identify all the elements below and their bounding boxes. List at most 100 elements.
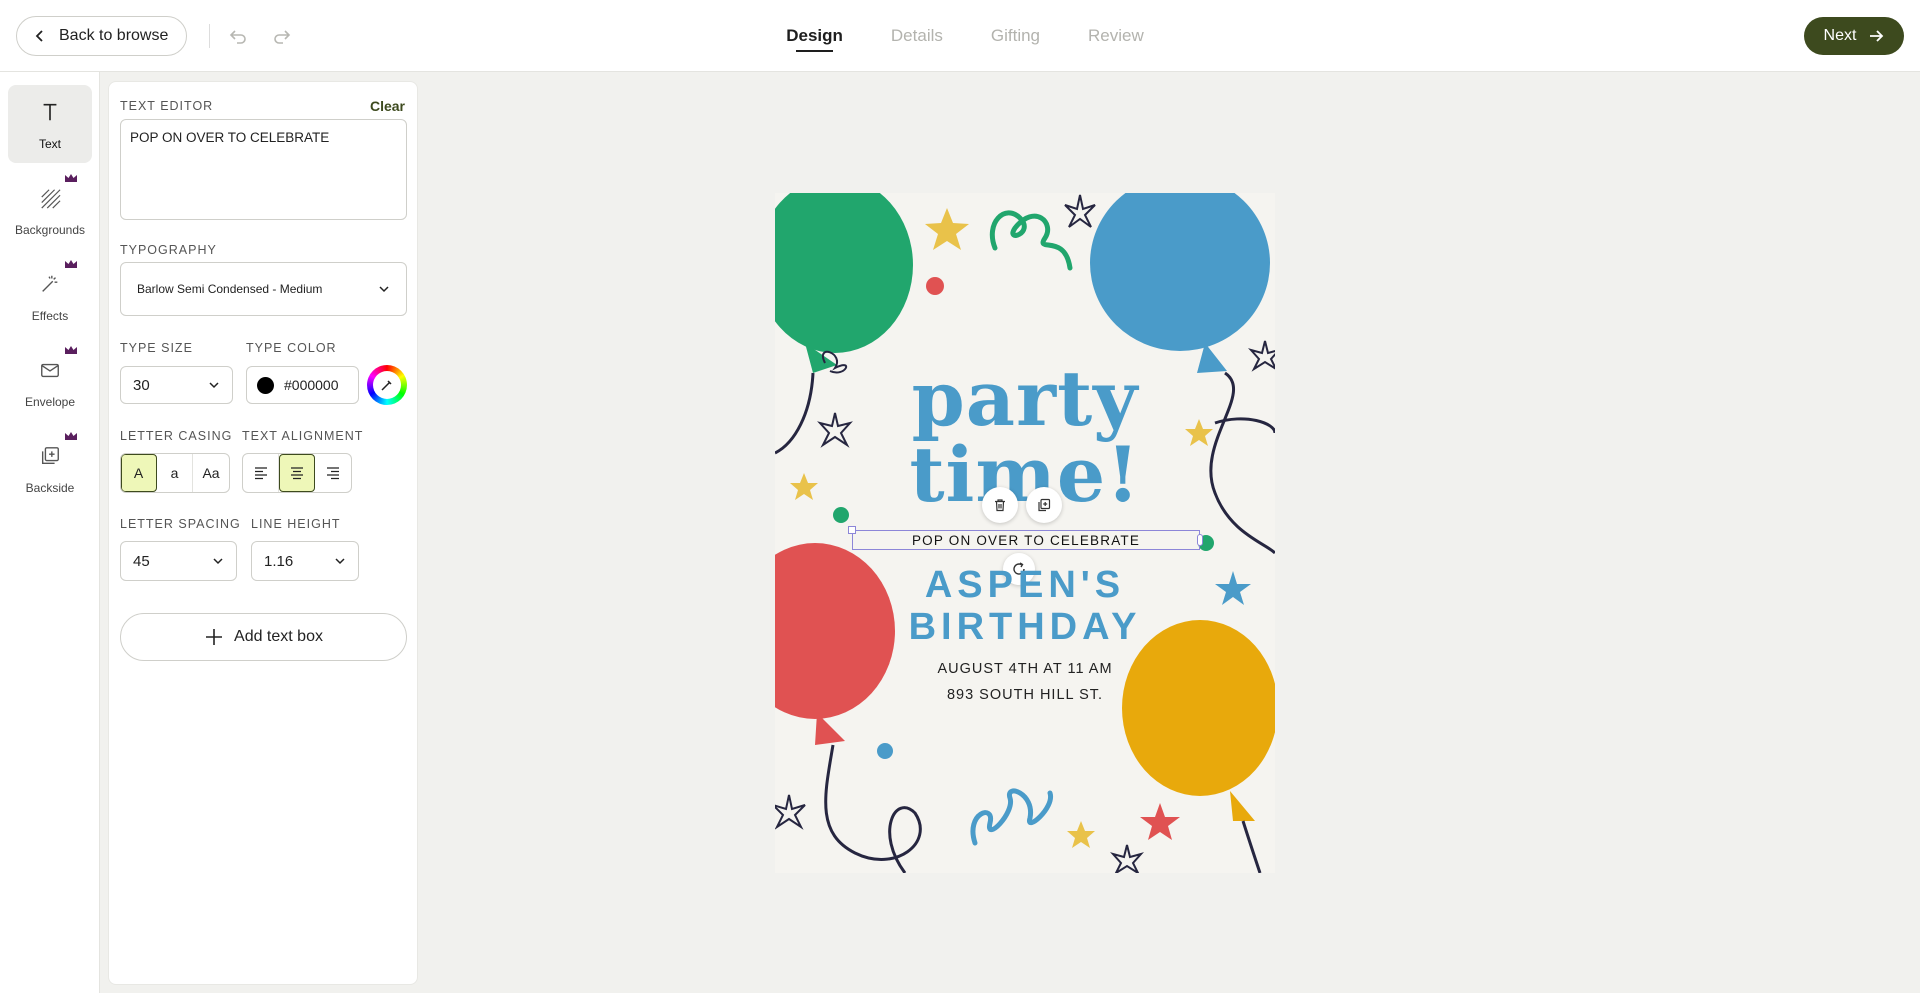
tab-design[interactable]: Design [786,0,843,72]
undo-icon[interactable] [228,26,248,46]
type-color-field[interactable]: #000000 [246,366,359,404]
back-button-label: Back to browse [59,27,169,44]
backside-icon [37,443,63,469]
headline-line-2[interactable]: time! [775,437,1275,513]
clear-button[interactable]: Clear [370,98,405,114]
rail-item-effects[interactable]: Effects [8,257,92,335]
type-size-select[interactable]: 30 [120,366,233,404]
back-to-browse-button[interactable]: Back to browse [16,16,188,56]
rail-item-text[interactable]: Text [8,85,92,163]
star-shape [1067,821,1095,848]
letter-casing-label: LETTER CASING [120,429,233,443]
letter-spacing-value: 45 [133,552,150,570]
duplicate-icon [1038,498,1051,512]
next-button-label: Next [1823,27,1857,44]
resize-handle[interactable] [1197,534,1203,546]
align-right-button[interactable] [315,454,351,492]
casing-titlecase-button[interactable]: Aa [193,454,229,492]
chevron-down-icon [209,382,219,389]
letter-spacing-label: LETTER SPACING [120,517,241,531]
eyedropper-icon [381,380,392,391]
text-editor-input[interactable]: POP ON OVER TO CELEBRATE [120,119,407,220]
chevron-left-icon [35,30,43,42]
top-bar: Back to browse Design Details Gifting Re… [0,0,1920,72]
casing-lowercase-button[interactable]: a [157,454,193,492]
color-picker-button[interactable] [367,365,407,405]
name-line-2[interactable]: BIRTHDAY [775,606,1275,649]
typography-label: TYPOGRAPHY [120,243,217,257]
letter-spacing-select[interactable]: 45 [120,541,237,581]
text-icon [37,99,63,125]
letter-casing-group: A a Aa [120,453,230,493]
chevron-down-icon [335,558,345,565]
rail-item-envelope[interactable]: Envelope [8,343,92,421]
effects-wand-icon [37,271,63,297]
add-text-box-button[interactable]: Add text box [120,613,407,661]
confetti-dot [877,743,893,759]
rail-item-backside[interactable]: Backside [8,429,92,507]
add-text-box-label: Add text box [234,628,323,645]
type-size-value: 30 [133,376,150,394]
crown-icon [65,346,77,354]
type-color-value: #000000 [284,377,339,393]
star-shape [925,208,969,250]
align-left-icon [254,467,267,480]
rail-item-label: Backgrounds [14,223,86,237]
tab-review[interactable]: Review [1088,0,1144,72]
tab-details[interactable]: Details [891,0,943,72]
crown-icon [65,432,77,440]
event-address-text[interactable]: 893 SOUTH HILL ST. [775,687,1275,703]
resize-handle[interactable] [848,526,856,534]
align-left-button[interactable] [243,454,279,492]
backgrounds-icon [37,185,63,211]
line-height-value: 1.16 [264,552,294,570]
casing-uppercase-button[interactable]: A [121,454,157,492]
green-squiggle [989,210,1073,271]
rail-item-label: Effects [31,309,69,323]
rail-item-label: Envelope [24,395,76,409]
blue-squiggle [970,788,1053,846]
confetti-dot [926,277,944,295]
type-color-label: TYPE COLOR [246,341,337,355]
font-select[interactable]: Barlow Semi Condensed - Medium [120,262,407,316]
align-center-button[interactable] [279,454,315,492]
font-value: Barlow Semi Condensed - Medium [137,282,323,296]
trash-icon [995,499,1005,512]
star-shape [1140,803,1180,840]
crown-icon [65,174,77,182]
divider [209,24,210,48]
tab-gifting[interactable]: Gifting [991,0,1040,72]
text-alignment-group [242,453,352,493]
sparkle-shape [1064,194,1096,228]
text-editor-label: TEXT EDITOR [120,99,214,113]
selected-text-box[interactable]: POP ON OVER TO CELEBRATE [848,526,1203,550]
delete-text-button[interactable] [982,487,1018,523]
line-height-select[interactable]: 1.16 [251,541,359,581]
name-line-1[interactable]: ASPEN'S [775,564,1275,607]
crown-icon [65,260,77,268]
rail-item-backgrounds[interactable]: Backgrounds [8,171,92,249]
chevron-down-icon [213,558,223,565]
event-date-text[interactable]: AUGUST 4TH AT 11 AM [775,661,1275,677]
line-height-label: LINE HEIGHT [251,517,341,531]
yellow-balloon [1122,620,1275,873]
plus-icon [206,629,223,645]
chevron-down-icon [379,286,389,293]
text-alignment-label: TEXT ALIGNMENT [242,429,364,443]
text-editor-panel: TEXT EDITOR Clear POP ON OVER TO CELEBRA… [108,81,418,985]
type-size-label: TYPE SIZE [120,341,193,355]
duplicate-text-button[interactable] [1026,487,1062,523]
arrow-right-icon [1870,30,1884,42]
tool-rail: Text Backgrounds Effects Envelope Backsi… [0,72,100,993]
rail-item-label: Text [38,137,61,151]
color-swatch [257,376,274,394]
rail-item-label: Backside [25,481,75,495]
next-button[interactable]: Next [1804,17,1904,55]
align-right-icon [327,467,339,480]
redo-icon[interactable] [272,26,292,46]
sparkle-shape [1110,844,1144,873]
align-center-icon [290,467,303,480]
selected-text: POP ON OVER TO CELEBRATE [911,532,1141,548]
card-canvas[interactable]: party time! POP ON OVER TO CELEBRATE ASP… [775,193,1275,873]
headline-line-1[interactable]: party [775,361,1275,437]
